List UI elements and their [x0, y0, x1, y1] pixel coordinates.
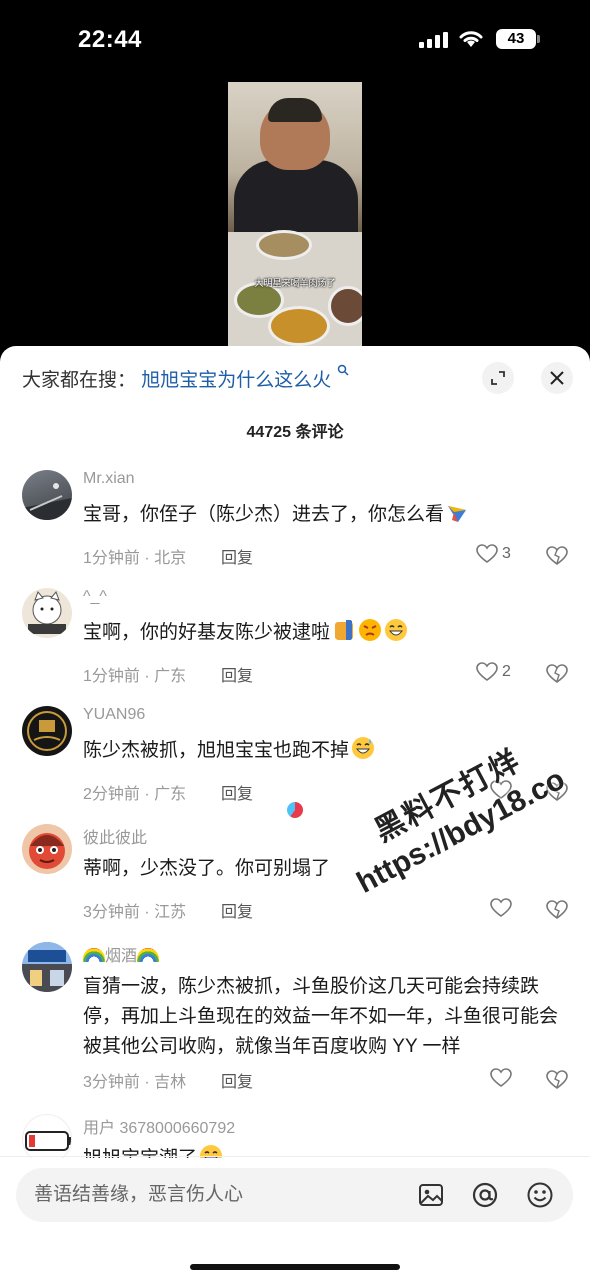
battery-indicator: 43: [496, 29, 540, 49]
avatar-image: [22, 483, 72, 520]
emoji-grin-icon: [385, 619, 408, 641]
avatar[interactable]: [22, 1114, 72, 1158]
like-button[interactable]: [490, 1068, 512, 1088]
avatar-image: [28, 591, 66, 634]
reply-button[interactable]: 回复: [221, 898, 253, 922]
rainbow-icon: [137, 948, 160, 962]
comment-meta: 2分钟前 · 广东: [83, 786, 187, 803]
comment-meta: 1分钟前 · 广东: [83, 668, 187, 685]
comment-username[interactable]: ^_^: [83, 588, 107, 606]
like-count: 3: [502, 545, 511, 562]
comment-meta: 3分钟前 · 吉林: [83, 1074, 187, 1091]
avatar-image: [27, 711, 67, 751]
emoji-rocket-icon: [448, 506, 467, 522]
comment-username[interactable]: 用户 3678000660792: [83, 1114, 235, 1138]
emoji-sweat-smile-icon: [352, 737, 375, 759]
like-count: 2: [502, 663, 511, 680]
comment-username[interactable]: 烟酒: [83, 942, 160, 966]
video-player[interactable]: 大明星来喝羊肉汤了: [228, 82, 362, 346]
comment-username[interactable]: 彼此彼此: [83, 824, 147, 848]
search-icon: [337, 364, 349, 376]
comment-item: 烟酒 盲猜一波，陈少杰被抓，斗鱼股价这几天可能会持续跌停，再加上斗鱼现在的效益一…: [0, 942, 590, 1102]
broken-heart-icon[interactable]: [546, 664, 568, 684]
broken-heart-icon[interactable]: [546, 546, 568, 566]
comment-input-bar: [16, 1168, 573, 1222]
video-plate: [268, 306, 330, 346]
like-button[interactable]: 2: [476, 662, 511, 682]
heart-icon: [476, 544, 498, 563]
comment-username[interactable]: Mr.xian: [83, 470, 135, 488]
comment-username[interactable]: YUAN96: [83, 706, 145, 724]
emoji-icon[interactable]: [526, 1181, 554, 1209]
broken-heart-icon[interactable]: [546, 1070, 568, 1090]
comment-text: 宝哥，你侄子（陈少杰）进去了，你怎么看: [83, 500, 563, 530]
expand-icon: [491, 371, 505, 385]
reply-button[interactable]: 回复: [221, 780, 253, 804]
status-time: 22:44: [78, 26, 142, 53]
comment-item: ^_^ 宝啊，你的好基友陈少被逮啦 1分钟前 · 广东 回复 2: [0, 588, 590, 688]
image-icon[interactable]: [417, 1181, 445, 1209]
video-plate: [328, 286, 362, 326]
avatar[interactable]: [22, 824, 72, 874]
broken-heart-icon[interactable]: [546, 900, 568, 920]
at-icon[interactable]: [471, 1181, 499, 1209]
comment-item: Mr.xian 宝哥，你侄子（陈少杰）进去了，你怎么看 1分钟前 · 北京 回复…: [0, 470, 590, 570]
comment-input[interactable]: [34, 1168, 394, 1222]
avatar-image: [22, 942, 72, 992]
reply-button[interactable]: 回复: [221, 1068, 253, 1092]
expand-button[interactable]: [482, 362, 514, 394]
like-button[interactable]: [490, 898, 512, 918]
comment-meta: 3分钟前 · 江苏: [83, 904, 187, 921]
comment-count: 44725 条评论: [246, 424, 344, 441]
close-button[interactable]: [541, 362, 573, 394]
home-indicator[interactable]: [190, 1264, 400, 1270]
signal-icon: [419, 32, 448, 48]
heart-icon: [476, 662, 498, 681]
search-prefix: 大家都在搜：: [22, 370, 137, 391]
heart-icon: [490, 898, 512, 917]
comment-text: 盲猜一波，陈少杰被抓，斗鱼股价这几天可能会持续跌停，再加上斗鱼现在的效益一年不如…: [83, 976, 559, 1057]
reply-button[interactable]: 回复: [221, 544, 253, 568]
video-bowl: [256, 230, 312, 260]
status-bar: 22:44 43: [0, 0, 590, 80]
comment-item: 彼此彼此 蒂啊，少杰没了。你可别塌了 3分钟前 · 江苏 回复: [0, 824, 590, 924]
video-person-hair: [268, 98, 322, 122]
divider: [0, 1156, 590, 1157]
avatar[interactable]: [22, 706, 72, 756]
heart-icon: [490, 1068, 512, 1087]
comment-meta: 1分钟前 · 北京: [83, 550, 187, 567]
comment-text: 宝啊，你的好基友陈少被逮啦: [83, 618, 563, 648]
comment-text: 蒂啊，少杰没了。你可别塌了: [83, 858, 331, 879]
search-term-link[interactable]: 旭旭宝宝为什么这么火: [141, 370, 331, 391]
battery-low-icon: [25, 1131, 71, 1151]
wifi-icon: [459, 31, 483, 47]
avatar-image: [29, 833, 65, 869]
search-suggestion[interactable]: 大家都在搜： 旭旭宝宝为什么这么火: [22, 364, 349, 394]
close-icon: [550, 371, 564, 385]
video-caption: 大明星来喝羊肉汤了: [254, 278, 336, 288]
comment-item: 用户 3678000660792 旭旭宝宝潮了: [0, 1114, 590, 1158]
like-button[interactable]: 3: [476, 544, 511, 564]
emoji-angry-icon: [359, 619, 382, 641]
loading-spinner: [287, 802, 303, 818]
reply-button[interactable]: 回复: [221, 662, 253, 686]
avatar[interactable]: [22, 470, 72, 520]
emoji-cat-icon: [335, 620, 354, 640]
avatar[interactable]: [22, 942, 72, 992]
rainbow-icon: [83, 948, 105, 962]
avatar[interactable]: [22, 588, 72, 638]
